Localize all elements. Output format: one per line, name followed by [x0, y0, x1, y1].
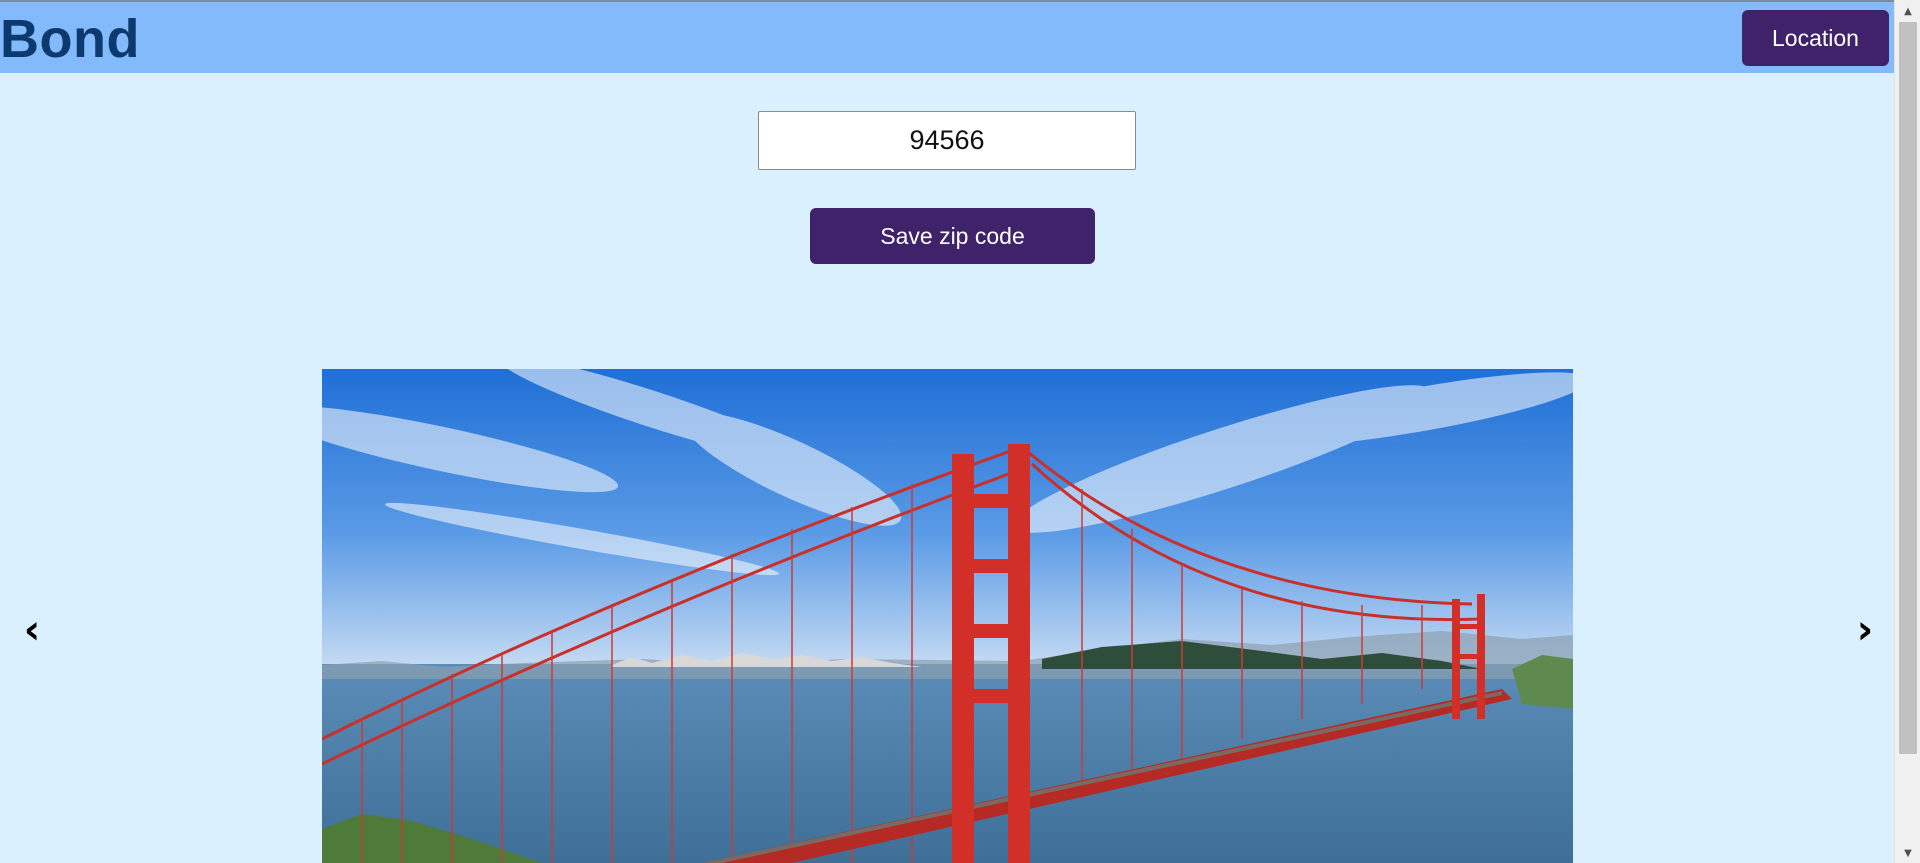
scrollbar-thumb[interactable]: [1899, 22, 1917, 754]
carousel-prev-arrow-icon[interactable]: ‹: [12, 600, 52, 660]
header-bar: Bond Location: [0, 2, 1894, 73]
golden-gate-bridge-photo: [322, 369, 1573, 863]
scroll-down-arrow-icon[interactable]: ▼: [1895, 844, 1920, 862]
vertical-scrollbar[interactable]: ▲ ▼: [1894, 0, 1920, 863]
carousel-next-arrow-icon[interactable]: ›: [1845, 600, 1885, 660]
location-button[interactable]: Location: [1742, 10, 1889, 66]
page: Bond Location Save zip code ‹ ›: [0, 0, 1920, 863]
scroll-up-arrow-icon[interactable]: ▲: [1895, 2, 1920, 20]
carousel-slide-image: [322, 369, 1573, 863]
brand-title[interactable]: Bond: [0, 8, 140, 70]
zip-code-input[interactable]: [758, 111, 1136, 170]
save-zip-code-button[interactable]: Save zip code: [810, 208, 1095, 264]
